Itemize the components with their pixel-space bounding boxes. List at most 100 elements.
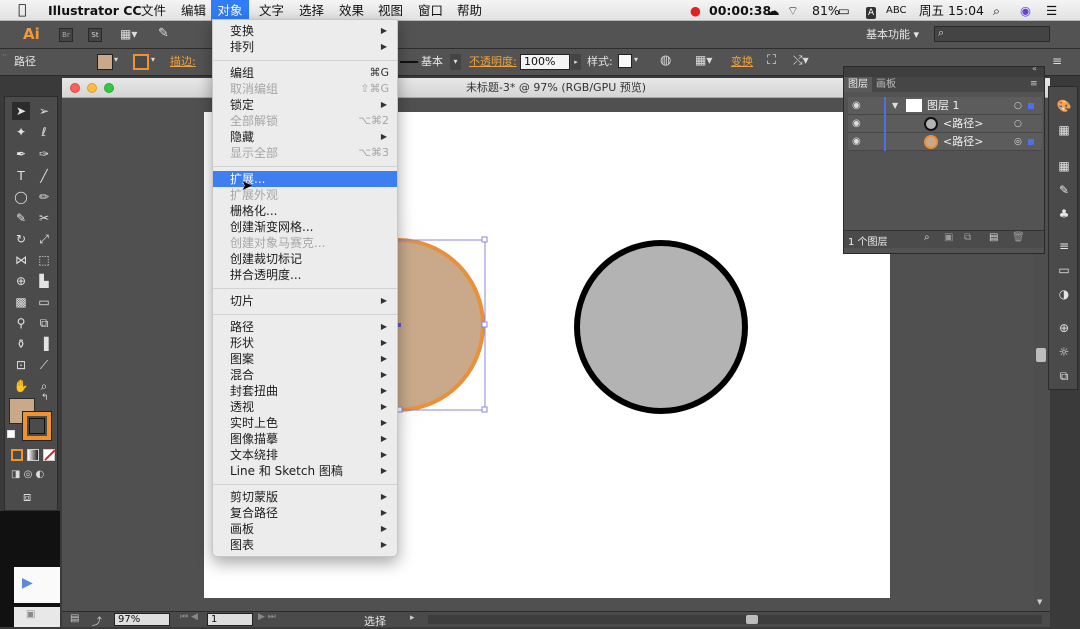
bounding-box-handle[interactable] [481,406,488,413]
collapse-panel-icon[interactable]: « [1032,64,1037,73]
panel-menu-icon[interactable]: ≡ [1052,54,1062,68]
workspace-switcher[interactable]: 基本功能 ▾ [866,28,919,42]
selection-tool-icon[interactable]: ➤ [12,102,30,120]
menu-item-text-wrap[interactable]: 文本绕排 ▶ [213,447,397,463]
close-window-button[interactable] [70,83,80,93]
wifi-icon[interactable]: ⌔ [787,0,799,21]
column-graph-tool-icon[interactable]: ▐ [35,335,53,353]
menu-item-compound-path[interactable]: 复合路径 ▶ [213,505,397,521]
minimize-window-button[interactable] [87,83,97,93]
apple-icon[interactable]:  [18,0,26,21]
menu-effect[interactable]: 效果 [339,0,364,21]
sublayer-name[interactable]: <路径> [943,133,983,151]
selection-indicator[interactable] [1028,139,1034,145]
width-tool-icon[interactable]: ⋈ [12,251,30,269]
gradient-panel-icon[interactable]: ▭ [1055,261,1073,279]
symbol-sprayer-tool-icon[interactable]: ⚱ [12,335,30,353]
fill-dropdown-icon[interactable]: ▾ [114,55,118,64]
transform-icon[interactable]: ⛶ [767,53,776,68]
scroll-down-icon[interactable]: ▼ [1037,598,1042,606]
zoom-window-button[interactable] [104,83,114,93]
input-method[interactable]: ABC [886,0,907,21]
rotate-tool-icon[interactable]: ↻ [12,230,30,248]
menu-item-rasterize[interactable]: 栅格化... [213,203,397,219]
draw-modes-icon[interactable]: ◨ ◎ ◐ [11,469,44,480]
stroke-label[interactable]: 描边: [170,55,196,69]
menu-item-expand-appearance[interactable]: 扩展外观 [213,187,397,203]
horizontal-scrollbar[interactable] [428,615,1042,624]
tab-layers[interactable]: 图层 [844,77,872,92]
pen-tool-icon[interactable]: ✒ [12,145,30,163]
menu-item-image-trace[interactable]: 图像描摹 ▶ [213,431,397,447]
graphic-styles-icon[interactable]: ⧉ [1055,367,1073,385]
paintbrush-tool-icon[interactable]: ✏ [35,188,53,206]
magic-wand-tool-icon[interactable]: ✦ [12,123,30,141]
menu-item-path[interactable]: 路径 ▶ [213,319,397,335]
make-clipping-mask-icon[interactable]: ▣ [944,232,953,243]
align-grid-icon[interactable]: ▦▾ [695,53,712,67]
new-sublayer-icon[interactable]: ⧉ [964,232,971,243]
pencil-tool-icon[interactable]: ✎ [12,209,30,227]
menu-item-line-and-sketch-art[interactable]: Line 和 Sketch 图稿 ▶ [213,463,397,479]
menu-file[interactable]: 文件 [141,0,166,21]
gray-circle-path[interactable] [574,240,748,414]
opacity-label[interactable]: 不透明度: [469,55,517,69]
color-mode-icon[interactable] [11,449,23,461]
menu-item-create-trim-marks[interactable]: 创建裁切标记 [213,251,397,267]
record-icon[interactable]: ● [690,0,701,21]
none-mode-icon[interactable] [43,449,56,461]
status-menu-icon[interactable]: ▸ [410,613,415,623]
panel-options-icon[interactable]: ≡ [1030,77,1038,92]
fill-swatch[interactable] [97,54,113,70]
appearance-panel-icon[interactable]: ☼ [1055,343,1073,361]
stock-icon[interactable]: St [88,28,102,42]
input-source-icon[interactable]: A [866,0,877,21]
chart-tool-icon[interactable]: ▙ [35,272,53,290]
menu-window[interactable]: 窗口 [418,0,443,21]
eyedropper-tool-icon[interactable]: ⚲ [12,314,30,332]
bounding-box-handle[interactable] [481,236,488,243]
next-artboard-icon[interactable]: ▶ ⏭ [258,612,276,622]
visibility-eye-icon[interactable]: ◉ [852,133,861,151]
blend-tool-icon[interactable]: ⧉ [35,314,53,332]
brushes-icon[interactable]: ✎ [1055,181,1073,199]
target-selected-icon[interactable]: ◎ [1014,133,1022,151]
menu-item-flatten-transparency[interactable]: 拼合透明度... [213,267,397,283]
zoom-dropdown-icon[interactable]: ▾ [162,613,166,622]
layer-row[interactable]: ◉ ▼ 图层 1 ○ [848,97,1042,115]
horizontal-scroll-thumb[interactable] [746,615,758,624]
menu-item-transform[interactable]: 变换 ▶ [213,23,397,39]
brush-icon[interactable]: ✎ [158,26,169,41]
menu-item-shape[interactable]: 形状 ▶ [213,335,397,351]
ellipse-tool-icon[interactable]: ◯ [12,188,30,206]
menu-item-envelope-distort[interactable]: 封套扭曲 ▶ [213,383,397,399]
arrange-documents-icon[interactable]: ▦▾ [120,27,137,41]
menu-item-blend[interactable]: 混合 ▶ [213,367,397,383]
menu-item-create-object-mosaic[interactable]: 创建对象马赛克... [213,235,397,251]
locate-object-icon[interactable]: ⌕ [924,232,930,243]
vertical-scroll-thumb[interactable] [1036,348,1046,362]
scale-tool-icon[interactable]: ⤢ [35,230,53,248]
menu-help[interactable]: 帮助 [457,0,482,21]
menu-item-perspective[interactable]: 透视 ▶ [213,399,397,415]
recolor-icon[interactable]: ◍ [660,53,671,68]
menu-item-slice[interactable]: 切片 ▶ [213,293,397,309]
menu-item-arrange[interactable]: 排列 ▶ [213,39,397,55]
stroke-dropdown-icon[interactable]: ▾ [151,55,155,64]
type-tool-icon[interactable]: T [12,167,30,185]
swap-colors-icon[interactable]: ↰ [41,393,49,403]
symbols-icon[interactable]: ♣ [1055,205,1073,223]
menu-item-create-gradient-mesh[interactable]: 创建渐变网格... [213,219,397,235]
transparency-panel-icon[interactable]: ◑ [1055,285,1073,303]
artboard-tool-icon[interactable]: ⊡ [12,356,30,374]
stroke-color-swatch[interactable] [23,412,51,440]
expand-layer-icon[interactable]: ▼ [892,97,898,115]
curvature-tool-icon[interactable]: ✑ [35,145,53,163]
creative-cloud-libraries-icon[interactable]: ⊕ [1055,319,1073,337]
menu-select[interactable]: 选择 [299,0,324,21]
layer-name[interactable]: 图层 1 [927,97,960,115]
opacity-stepper-icon[interactable]: ▸ [571,54,581,70]
new-layer-icon[interactable]: ▤ [989,232,998,243]
menu-item-unlock-all[interactable]: 全部解锁 ⌥⌘2 [213,113,397,129]
color-guide-icon[interactable]: ▦ [1055,121,1073,139]
